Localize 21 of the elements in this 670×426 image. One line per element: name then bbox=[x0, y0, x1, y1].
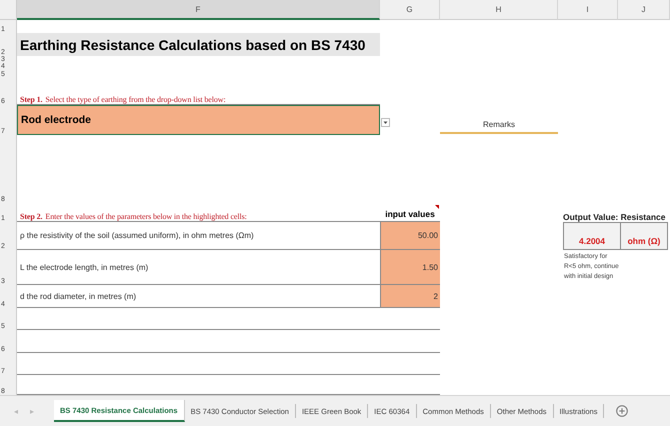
resistance-value: 4.2004 bbox=[563, 223, 621, 249]
column-header[interactable]: I bbox=[558, 0, 618, 20]
parameter-label: ρ the resistivity of the soil (assumed uniform), in ohm metres (Ωm) bbox=[17, 222, 380, 250]
output-title: Output Value: Resistance bbox=[562, 211, 666, 222]
resistance-unit: ohm (Ω) bbox=[621, 223, 668, 249]
column-header[interactable]: G bbox=[380, 0, 440, 20]
comment-marker-icon bbox=[435, 205, 439, 209]
input-values-header: input values bbox=[385, 209, 435, 219]
parameter-label: d the rod diameter, in metres (m) bbox=[17, 285, 380, 308]
remarks-label: Remarks bbox=[440, 120, 558, 134]
column-header[interactable]: H bbox=[440, 0, 558, 20]
column-header[interactable]: F bbox=[17, 0, 380, 20]
parameter-label: L the electrode length, in metres (m) bbox=[17, 250, 380, 285]
input-value-cell[interactable]: 2 bbox=[380, 285, 440, 308]
step-instruction: Step 2. Enter the values of the parameters below in the highlighted cells: bbox=[17, 203, 380, 222]
sheet-title: Earthing Resistance Calculations based on BS 7430 bbox=[17, 33, 380, 56]
input-value-cell[interactable]: 1.50 bbox=[380, 250, 440, 285]
earthing-type-dropdown[interactable]: Rod electrode bbox=[17, 105, 380, 135]
column-header[interactable]: J bbox=[618, 0, 670, 20]
input-value-cell[interactable]: 50.00 bbox=[380, 222, 440, 250]
add-sheet-icon[interactable] bbox=[616, 405, 628, 417]
